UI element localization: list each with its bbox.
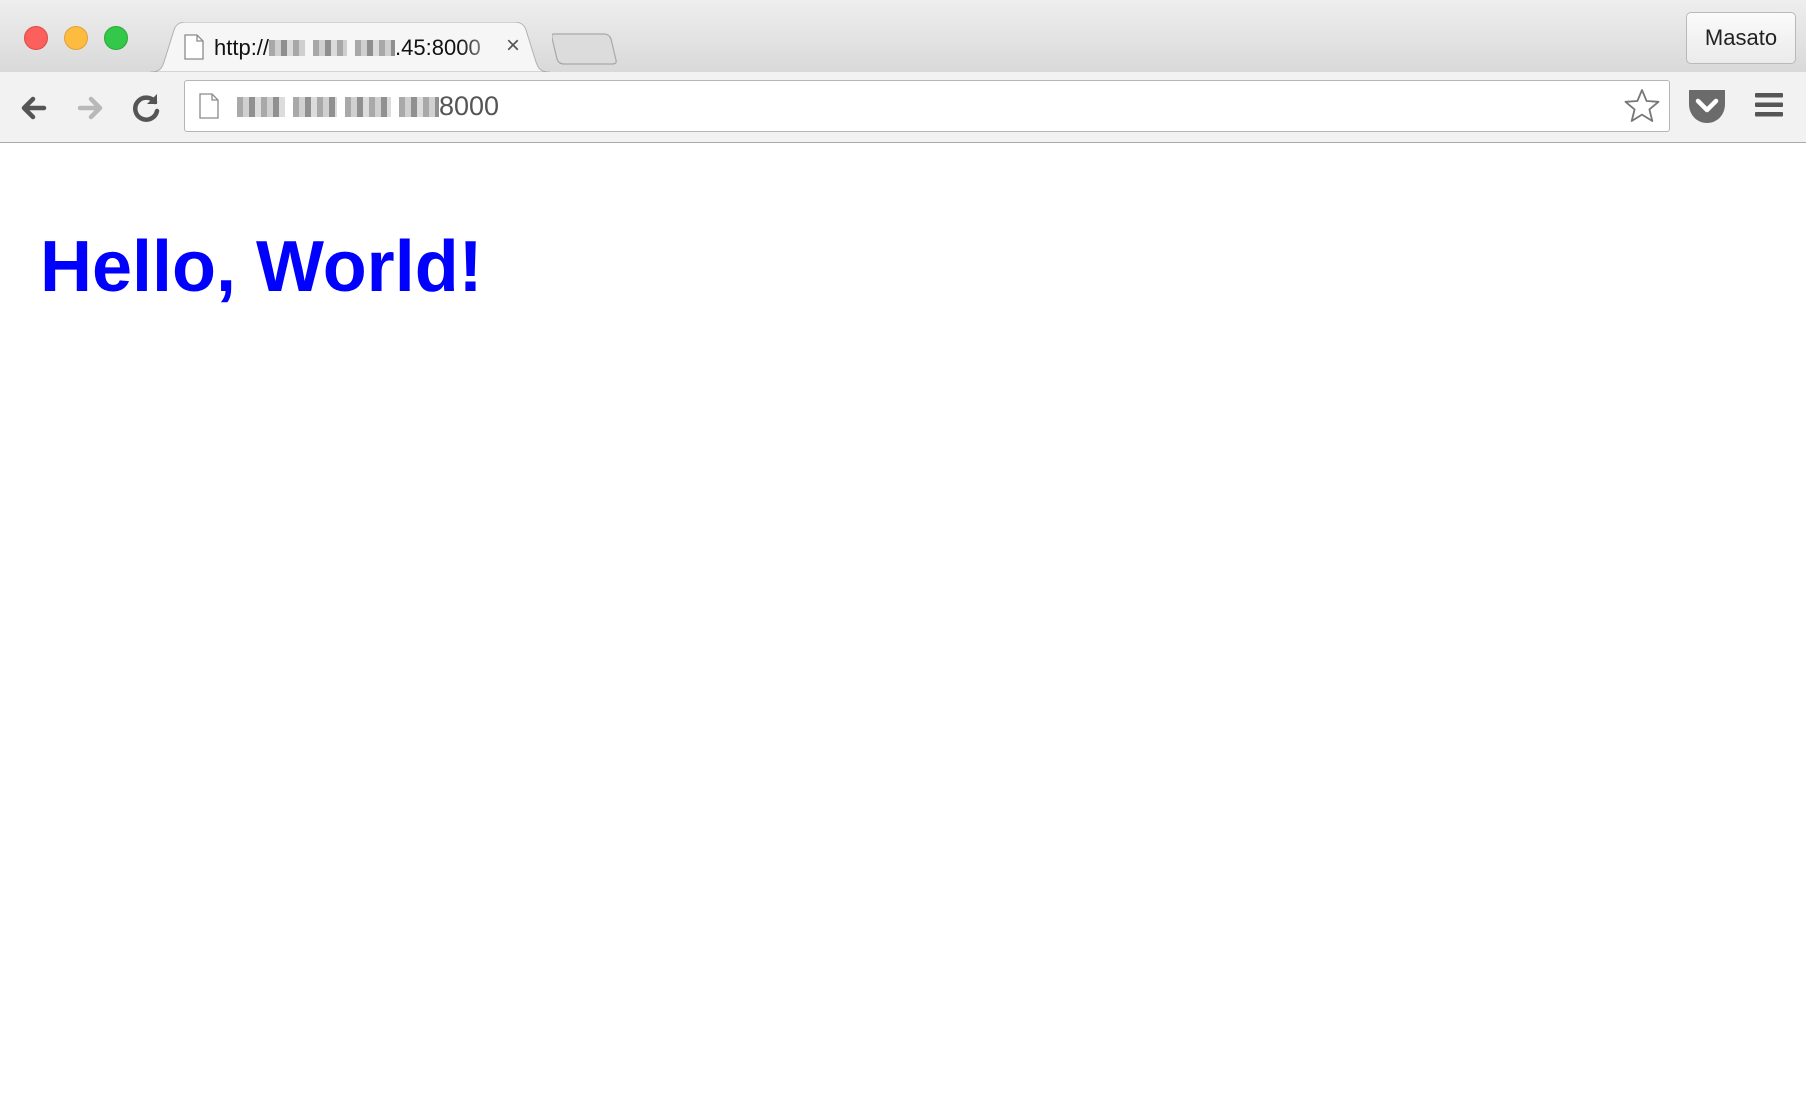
- address-bar[interactable]: 8000: [184, 80, 1670, 132]
- new-tab-button[interactable]: [552, 32, 618, 66]
- tab-close-icon[interactable]: ×: [506, 34, 520, 58]
- redacted-block: [293, 97, 337, 117]
- redacted-block: [399, 97, 439, 117]
- star-icon[interactable]: [1623, 88, 1661, 124]
- tab-title: http:// .45:8000: [214, 35, 504, 61]
- redacted-block: [313, 40, 348, 56]
- back-arrow-icon[interactable]: [14, 88, 54, 128]
- tab-title-prefix: http://: [214, 35, 270, 60]
- page-icon: [199, 93, 219, 119]
- window-maximize-button[interactable]: [104, 26, 128, 50]
- toolbar: 8000: [0, 72, 1806, 143]
- browser-window: http:// .45:8000 × Masato 8000 Hello, Wor…: [0, 0, 1806, 1102]
- tab-strip: http:// .45:8000 × Masato: [0, 0, 1806, 72]
- redacted-block: [345, 97, 391, 117]
- forward-arrow-icon[interactable]: [70, 88, 110, 128]
- page-heading: Hello, World!: [40, 227, 483, 307]
- redacted-block: [269, 40, 306, 56]
- address-url[interactable]: 8000: [237, 91, 499, 122]
- active-tab[interactable]: http:// .45:8000 ×: [150, 22, 550, 72]
- reload-icon[interactable]: [126, 88, 166, 128]
- page-content: Hello, World!: [0, 143, 1806, 1102]
- tab-title-suffix: .45:8000: [395, 35, 481, 60]
- window-close-button[interactable]: [24, 26, 48, 50]
- window-minimize-button[interactable]: [64, 26, 88, 50]
- pocket-icon[interactable]: [1686, 86, 1728, 126]
- profile-button[interactable]: Masato: [1686, 12, 1796, 64]
- page-icon: [184, 34, 204, 60]
- redacted-block: [355, 40, 396, 56]
- redacted-block: [237, 97, 285, 117]
- address-url-suffix: 8000: [439, 91, 500, 121]
- hamburger-menu-icon[interactable]: [1752, 88, 1786, 122]
